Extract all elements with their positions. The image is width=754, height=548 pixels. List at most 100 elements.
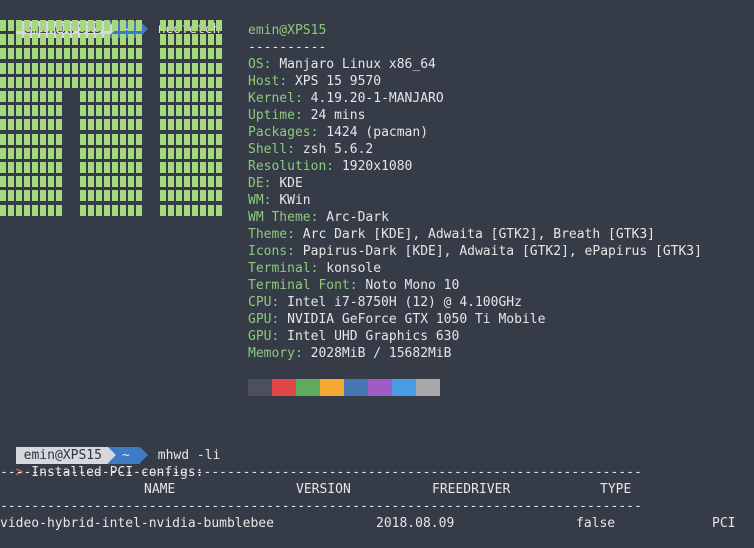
info-colon: :: [271, 329, 288, 344]
logo-block: [168, 176, 174, 188]
logo-block: [16, 48, 22, 60]
logo-block: [200, 62, 206, 74]
logo-block: [128, 119, 134, 131]
logo-block: [80, 62, 86, 74]
logo-block: [112, 119, 118, 131]
logo-block: [160, 62, 166, 74]
logo-block: [16, 176, 22, 188]
logo-block: [8, 204, 14, 216]
logo-block: [40, 76, 46, 88]
logo-block: [16, 190, 22, 202]
logo-block: [0, 105, 6, 117]
logo-block: [88, 20, 94, 31]
logo-block: [120, 133, 126, 145]
logo-block: [176, 20, 182, 31]
logo-block: [128, 91, 134, 102]
logo-block: [120, 119, 126, 131]
info-value: XPS 15 9570: [294, 74, 382, 89]
info-key: Host: [248, 74, 280, 89]
logo-block: [56, 105, 62, 117]
logo-block: [72, 34, 78, 46]
logo-block: [24, 190, 30, 202]
logo-block: [128, 176, 134, 188]
info-key: Theme: [248, 227, 288, 242]
logo-block: [48, 204, 54, 216]
logo-block: [24, 20, 30, 31]
logo-block: [136, 133, 142, 145]
logo-block: [96, 105, 102, 117]
logo-block: [192, 176, 198, 188]
logo-block: [40, 48, 46, 60]
logo-block: [136, 162, 142, 173]
logo-block: [208, 190, 214, 202]
logo-block: [168, 133, 174, 145]
info-key: Icons: [248, 244, 288, 259]
info-key: DE: [248, 176, 264, 191]
logo-block: [104, 76, 110, 88]
logo-block: [72, 20, 78, 31]
logo-block: [48, 119, 54, 131]
logo-block: [40, 147, 46, 159]
logo-block: [216, 91, 222, 102]
logo-block: [200, 204, 206, 216]
logo-block: [24, 62, 30, 74]
info-value: 2028MiB / 15682MiB: [310, 346, 452, 361]
logo-block: [192, 34, 198, 46]
logo-block: [200, 76, 206, 88]
logo-block: [184, 34, 190, 46]
info-row: GPU: Intel UHD Graphics 630: [248, 328, 702, 345]
logo-block: [32, 147, 38, 159]
info-row: Kernel: 4.19.20-1-MANJARO: [248, 90, 702, 107]
logo-block: [24, 133, 30, 145]
info-row: WM Theme: Arc-Dark: [248, 209, 702, 226]
logo-block: [48, 91, 54, 102]
logo-block: [0, 34, 6, 46]
logo-block: [136, 62, 142, 74]
logo-block: [16, 162, 22, 173]
logo-block: [56, 162, 62, 173]
logo-block: [184, 119, 190, 131]
logo-block: [192, 91, 198, 102]
logo-block: [200, 133, 206, 145]
info-row: Icons: Papirus-Dark [KDE], Adwaita [GTK2…: [248, 243, 702, 260]
logo-block: [160, 162, 166, 173]
logo-block: [0, 133, 6, 145]
color-swatch: [248, 379, 272, 396]
logo-block: [136, 105, 142, 117]
info-value: Manjaro Linux x86_64: [279, 57, 436, 72]
logo-block: [0, 190, 6, 202]
logo-block: [176, 34, 182, 46]
info-colon: :: [326, 159, 342, 174]
logo-block: [72, 62, 78, 74]
logo-block: [16, 147, 22, 159]
logo-block: [216, 190, 222, 202]
logo-block: [168, 20, 174, 31]
logo-block: [120, 147, 126, 159]
logo-block: [184, 147, 190, 159]
logo-block: [128, 62, 134, 74]
logo-block: [216, 119, 222, 131]
logo-block: [56, 176, 62, 188]
table-border-top: ----------------------------------------…: [0, 465, 640, 480]
logo-block: [216, 34, 222, 46]
info-key: Packages: [248, 125, 311, 140]
logo-block: [216, 48, 222, 60]
logo-block: [184, 76, 190, 88]
logo-block: [208, 62, 214, 74]
logo-block: [168, 119, 174, 131]
logo-block: [8, 20, 14, 31]
logo-block: [160, 91, 166, 102]
logo-block: [80, 204, 86, 216]
logo-block: [88, 62, 94, 74]
logo-block: [168, 91, 174, 102]
logo-block: [48, 133, 54, 145]
logo-block: [128, 204, 134, 216]
color-swatch: [416, 379, 440, 396]
logo-block: [32, 76, 38, 88]
info-key: Shell: [248, 142, 288, 157]
logo-block: [136, 48, 142, 60]
color-palette: [248, 379, 440, 396]
info-row: Resolution: 1920x1080: [248, 158, 702, 175]
logo-block: [56, 62, 62, 74]
logo-block: [8, 48, 14, 60]
